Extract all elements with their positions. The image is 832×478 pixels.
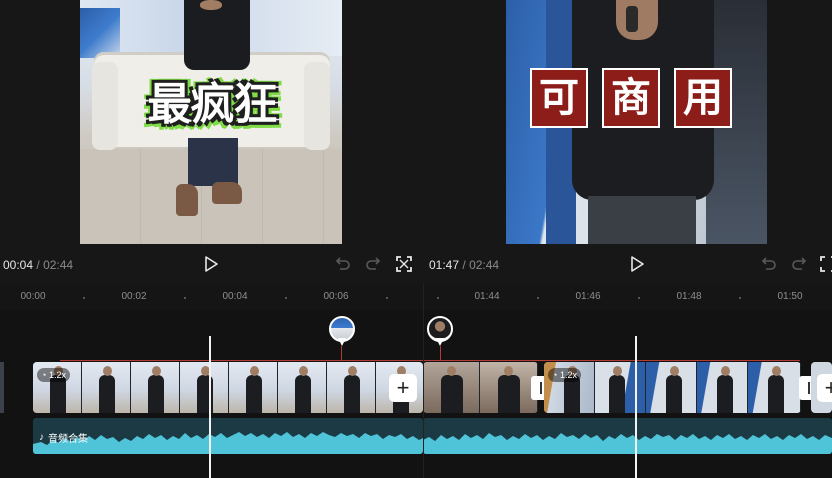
undo-icon[interactable] [334, 255, 352, 273]
redo-icon[interactable] [790, 255, 808, 273]
music-note-icon: ♪ [39, 432, 44, 443]
ruler-label: 00:06 [323, 291, 349, 302]
clip-thumbnail [229, 362, 278, 413]
track-edge [0, 362, 4, 413]
timeline[interactable]: ◔ 1.2x + ♪ 音频合集 [0, 310, 423, 478]
playhead[interactable] [635, 336, 637, 478]
timecode: 00:04 / 02:44 [3, 258, 73, 272]
video-clip[interactable] [423, 362, 538, 413]
speed-icon: ◔ [552, 370, 560, 380]
time-ruler[interactable]: 01:44 01:46 01:48 01:50 [423, 284, 832, 310]
clip-thumbnail [131, 362, 180, 413]
playback-controls: 01:47 / 02:44 [423, 244, 832, 284]
timeline[interactable]: ◔ 1.2x + [423, 310, 832, 478]
fullscreen-icon[interactable] [819, 255, 832, 273]
ruler-label: 01:48 [676, 291, 702, 302]
backdrop-logo-panel [80, 8, 120, 58]
ruler-label: 00:00 [20, 291, 46, 302]
audio-clip[interactable]: ♪ 音频合集 [33, 418, 423, 454]
sofa-arm-right [304, 62, 330, 150]
ruler-tick [386, 297, 388, 299]
clip-thumbnail [697, 362, 748, 413]
caption-boxes: 可 商 用 [530, 68, 732, 128]
ruler-label: 01:50 [777, 291, 803, 302]
clip-thumbnail [480, 362, 538, 413]
audio-waveform [423, 433, 832, 454]
time-separator: / [462, 258, 466, 272]
audio-clip[interactable] [423, 418, 832, 454]
clip-thumbnail [82, 362, 131, 413]
timecode: 01:47 / 02:44 [429, 258, 499, 272]
speed-icon: ◔ [41, 370, 49, 380]
marker-range-line [60, 360, 423, 361]
preview-area: 最疯狂 [0, 0, 423, 284]
clip-thumbnail [646, 362, 697, 413]
redo-icon[interactable] [364, 255, 382, 273]
time-ruler[interactable]: 00:00 00:02 00:04 00:06 [0, 284, 423, 310]
audio-waveform [33, 432, 423, 454]
ruler-tick [437, 297, 439, 299]
total-duration: 02:44 [469, 258, 500, 272]
video-clip[interactable]: ◔ 1.2x [544, 362, 801, 413]
clip-marker[interactable] [329, 316, 355, 350]
play-icon[interactable] [627, 254, 647, 274]
speed-badge: ◔ 1.2x [37, 368, 70, 382]
person-torso [184, 0, 250, 70]
caption-text: 最疯狂 [147, 79, 278, 130]
ruler-tick [739, 297, 741, 299]
audio-label: ♪ 音频合集 [39, 430, 88, 445]
ruler-tick [184, 297, 186, 299]
ruler-label: 00:04 [222, 291, 248, 302]
clip-thumbnail [595, 362, 646, 413]
playback-controls: 00:04 / 02:44 [0, 244, 423, 284]
person-shoe-right [212, 182, 242, 204]
add-clip-button[interactable]: + [817, 374, 832, 402]
clip-thumbnail [180, 362, 229, 413]
clip-thumbnail [748, 362, 801, 413]
sofa-arm-left [92, 62, 118, 150]
video-clip[interactable]: ◔ 1.2x [33, 362, 423, 413]
video-preview[interactable]: 最疯狂 [80, 0, 342, 244]
playhead[interactable] [209, 336, 211, 478]
microphone [626, 6, 638, 32]
ruler-label: 00:02 [121, 291, 147, 302]
ruler-label: 01:46 [575, 291, 601, 302]
undo-icon[interactable] [760, 255, 778, 273]
time-separator: / [36, 258, 40, 272]
marker-pointer [338, 338, 346, 346]
clip-thumbnail [327, 362, 376, 413]
caption-char: 商 [602, 68, 660, 128]
speed-badge: ◔ 1.2x [548, 368, 581, 382]
add-clip-button[interactable]: + [389, 374, 417, 402]
preview-area: 可 商 用 [423, 0, 832, 284]
clip-thumbnail [278, 362, 327, 413]
play-icon[interactable] [201, 254, 221, 274]
person-pants [588, 196, 696, 244]
clip-marker[interactable] [427, 316, 453, 350]
speed-value: 1.2x [48, 370, 66, 380]
caption-char: 可 [530, 68, 588, 128]
ruler-tick [83, 297, 85, 299]
ruler-label: 01:44 [474, 291, 500, 302]
current-time: 01:47 [429, 258, 460, 272]
caption-char: 用 [674, 68, 732, 128]
current-time: 00:04 [3, 258, 34, 272]
clip-thumbnail [423, 362, 480, 413]
fullscreen-icon[interactable] [395, 255, 413, 273]
ruler-tick [285, 297, 287, 299]
editor-pane-left: 最疯狂 00:04 / 02:44 00:00 00:02 00:04 00:0… [0, 0, 423, 478]
video-preview[interactable]: 可 商 用 [506, 0, 767, 244]
person-pants [188, 138, 238, 186]
ruler-tick [638, 297, 640, 299]
editor-pane-right: 可 商 用 01:47 / 02:44 01:44 01:46 01:48 01… [423, 0, 832, 478]
pane-divider [423, 284, 424, 478]
ruler-tick [537, 297, 539, 299]
marker-pointer [436, 338, 444, 346]
audio-name: 音频合集 [48, 434, 88, 445]
total-duration: 02:44 [43, 258, 74, 272]
marker-range-line [423, 360, 800, 361]
person-hands [200, 0, 222, 10]
person-shoe-left [176, 184, 198, 216]
speed-value: 1.2x [559, 370, 577, 380]
